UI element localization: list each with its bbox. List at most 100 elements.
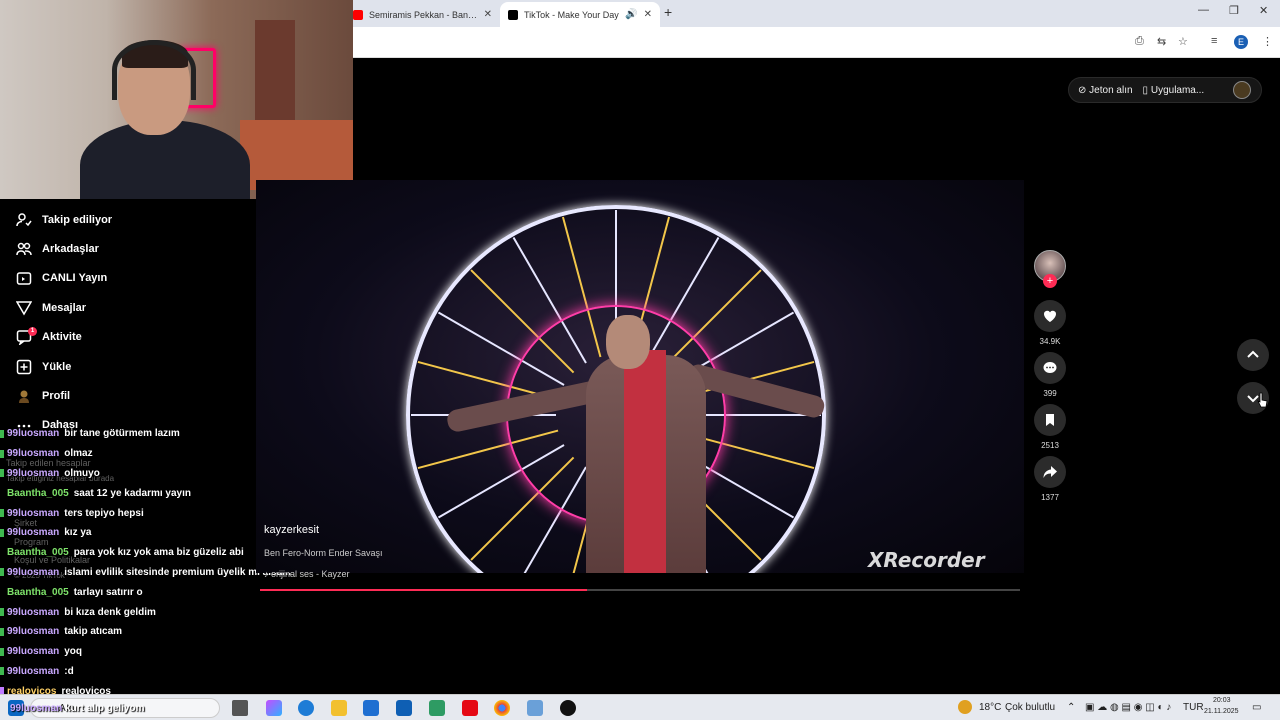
weather-desc: Çok bulutlu xyxy=(1005,702,1056,713)
notification-icon[interactable]: ▭ xyxy=(1252,702,1261,713)
chat-message: saat 12 ye kadarmı yayın xyxy=(73,487,192,499)
follow-plus-icon[interactable]: + xyxy=(1043,274,1057,288)
chat-badge-icon xyxy=(0,647,4,656)
new-tab-plus-icon[interactable]: + xyxy=(664,4,672,20)
chat-message: :d xyxy=(64,665,74,677)
video-player[interactable]: XRecorder xyxy=(256,180,1024,573)
sidebar-item-label: Yükle xyxy=(42,360,72,373)
star-icon[interactable]: ☆ xyxy=(1178,35,1188,48)
task-view-icon[interactable] xyxy=(232,700,248,716)
close-tab-icon[interactable]: ✕ xyxy=(644,9,652,20)
restore-icon[interactable]: ❐ xyxy=(1229,4,1239,17)
save-button[interactable] xyxy=(1034,404,1066,436)
chat-line: 99luosman bi kıza denk geldim xyxy=(0,602,320,622)
sidebar-item-label: Profil xyxy=(42,390,71,403)
sidebar-item-friends[interactable]: Arkadaşlar xyxy=(0,234,250,263)
share-arrow-icon xyxy=(1043,466,1057,478)
save-count: 2513 xyxy=(1041,441,1059,450)
tiktok-favicon-icon xyxy=(508,9,518,20)
tab-tiktok[interactable]: TikTok - Make Your Day 🔊 ✕ xyxy=(500,2,660,27)
profile-avatar-icon[interactable]: E xyxy=(1234,35,1248,49)
music-note-icon: ♪ xyxy=(264,569,272,579)
chat-message: takip atıcam xyxy=(64,626,123,638)
youtube-favicon-icon xyxy=(353,9,363,20)
sidebar-item-following[interactable]: Takip ediliyor xyxy=(0,205,250,234)
get-coins-button[interactable]: ⊘ Jeton alın xyxy=(1078,85,1133,96)
mouse-cursor-icon xyxy=(1257,392,1268,408)
close-window-icon[interactable]: ✕ xyxy=(1259,4,1268,17)
store-icon[interactable] xyxy=(363,700,379,716)
netflix-icon[interactable] xyxy=(462,700,478,716)
friends-icon xyxy=(16,242,32,256)
language-indicator[interactable]: TUR xyxy=(1183,702,1204,713)
tray-chevron-up-icon[interactable]: ⌃ xyxy=(1067,702,1075,713)
chat-username: 99luosman xyxy=(7,606,60,618)
chat-badge-icon xyxy=(0,469,4,478)
sidebar-item-label: Aktivite xyxy=(42,331,82,344)
file-explorer-icon[interactable] xyxy=(331,700,347,716)
video-username[interactable]: kayzerkesit xyxy=(264,524,319,536)
minimize-icon[interactable]: — xyxy=(1198,4,1209,16)
sidebar-item-label: CANLI Yayın xyxy=(42,272,108,285)
chat-badge-icon xyxy=(0,429,4,438)
windows-taskbar: Ara 18°C Çok bulutlu ⌃ ▣ ☁ ◍ ▤ ◉ ◫ ◐ ♪ T… xyxy=(0,694,1280,720)
chat-username: Baantha_005 xyxy=(7,586,69,598)
sidebar-item-profile[interactable]: Profil xyxy=(0,381,250,410)
chat-badge-icon xyxy=(0,568,4,577)
translate-icon[interactable]: ⇆ xyxy=(1157,35,1166,48)
chat-username: 99luosman xyxy=(7,646,60,658)
sidebar-item-activity[interactable]: 1 Aktivite xyxy=(0,323,250,352)
chat-message: ters tepiyo hepsi xyxy=(64,507,144,519)
chat-message: bir tane götürmem lazım xyxy=(64,428,180,440)
chat-message: kız ya xyxy=(64,527,92,539)
chat-message: kurt alıp geliyom xyxy=(65,703,145,714)
outlook-icon[interactable] xyxy=(396,700,412,716)
webcam-overlay xyxy=(0,0,353,199)
chat-username: Baantha_005 xyxy=(7,547,69,559)
sidebar-item-upload[interactable]: Yükle xyxy=(0,352,250,381)
sidebar-item-live[interactable]: CANLI Yayın xyxy=(0,264,250,293)
edge-icon[interactable] xyxy=(298,700,314,716)
chat-username: 99luosman xyxy=(7,507,60,519)
chat-badge-icon xyxy=(0,667,4,676)
comment-button[interactable] xyxy=(1034,352,1066,384)
speaker-icon[interactable]: 🔊 xyxy=(625,9,637,20)
clock-time[interactable]: 20:03 xyxy=(1213,697,1231,704)
upload-icon xyxy=(16,359,32,374)
kebab-menu-icon[interactable]: ⋮ xyxy=(1262,35,1273,48)
chat-username: 99luosman xyxy=(7,626,60,638)
like-button[interactable] xyxy=(1034,300,1066,332)
chevron-up-icon xyxy=(1247,350,1259,358)
tiktok-sidebar-nav: Takip ediliyor Arkadaşlar CANLI Yayın Me… xyxy=(0,205,250,440)
obs-icon[interactable] xyxy=(560,700,576,716)
tray-icons[interactable]: ▣ ☁ ◍ ▤ ◉ ◫ ◐ ♪ xyxy=(1085,702,1171,713)
chat-line: 99luosman takip atıcam xyxy=(0,622,320,642)
get-app-button[interactable]: ▯ Uygulama... xyxy=(1143,85,1205,96)
video-description: Ben Fero-Norm Ender Savaşı xyxy=(264,548,383,558)
chat-username: 99luosman xyxy=(7,428,60,440)
man-scarf xyxy=(624,350,666,573)
chat-badge-icon xyxy=(0,528,4,537)
media-controls-icon[interactable]: ≡ xyxy=(1211,35,1217,47)
sidebar-item-messages[interactable]: Mesajlar xyxy=(0,293,250,322)
close-tab-icon[interactable]: ✕ xyxy=(484,9,492,20)
settings-icon[interactable] xyxy=(527,700,543,716)
copilot-icon[interactable] xyxy=(266,700,282,716)
like-count: 34.9K xyxy=(1039,337,1061,346)
previous-video-button[interactable] xyxy=(1237,339,1269,371)
chat-username: 99luosman xyxy=(10,703,63,714)
chat-username: 99luosman xyxy=(7,665,60,677)
share-button[interactable] xyxy=(1034,456,1066,488)
tab-semiramis[interactable]: Semiramis Pekkan - Bana Yalan ✕ xyxy=(345,2,500,27)
video-progress-bar[interactable] xyxy=(260,589,1020,591)
teams-icon[interactable] xyxy=(429,700,445,716)
user-avatar[interactable] xyxy=(1233,81,1251,99)
video-sound[interactable]: ♪ orijinal ses - Kayzer xyxy=(264,569,350,579)
chrome-icon[interactable] xyxy=(494,700,510,716)
coin-icon: ⊘ xyxy=(1078,84,1087,96)
chat-badge-icon xyxy=(0,509,4,518)
weather-cloud-icon[interactable] xyxy=(958,700,972,714)
clock-date[interactable]: 21.11.2025 xyxy=(1204,708,1239,715)
sidebar-item-label: Mesajlar xyxy=(42,301,87,314)
install-icon[interactable]: ⎙ xyxy=(1135,35,1144,48)
